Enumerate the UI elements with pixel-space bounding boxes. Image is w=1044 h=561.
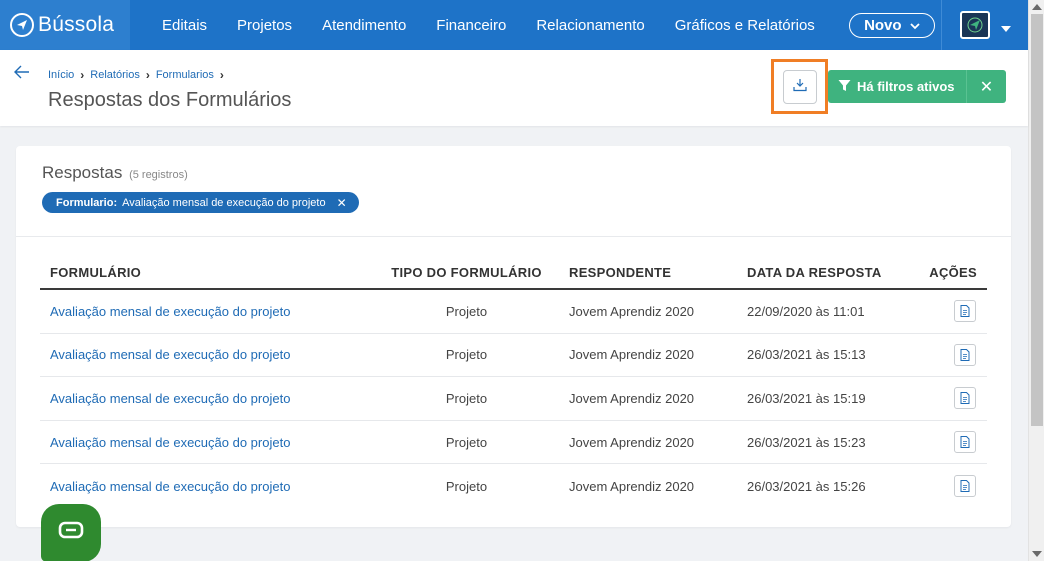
header-respondente: RESPONDENTE — [569, 264, 672, 280]
active-filters-button[interactable]: Há filtros ativos — [828, 70, 966, 103]
card-title: Respostas (5 registros) — [42, 163, 188, 183]
document-icon[interactable] — [954, 300, 976, 323]
responses-table: FORMULÁRIO TIPO DO FORMULÁRIO RESPONDENT… — [40, 256, 987, 508]
page-header: Início › Relatórios › Formularios › Resp… — [0, 50, 1028, 126]
form-link[interactable]: Avaliação mensal de execução do projeto — [40, 304, 365, 319]
breadcrumb-formularios[interactable]: Formularios — [156, 69, 214, 81]
chevron-right-icon: › — [145, 68, 150, 82]
nav-item-projetos[interactable]: Projetos — [237, 17, 292, 34]
nav-item-atendimento[interactable]: Atendimento — [322, 17, 406, 34]
close-icon[interactable]: ✕ — [337, 196, 347, 210]
form-link[interactable]: Avaliação mensal de execução do projeto — [40, 391, 365, 406]
download-button[interactable] — [783, 70, 817, 104]
close-icon: ✕ — [979, 78, 994, 96]
document-icon[interactable] — [954, 343, 976, 366]
records-count: (5 registros) — [129, 169, 188, 181]
nav-item-graficos-relatorios[interactable]: Gráficos e Relatórios — [675, 17, 815, 34]
response-date: 26/03/2021 às 15:19 — [747, 390, 866, 406]
download-icon — [793, 78, 807, 97]
table-row: Avaliação mensal de execução do projeto … — [40, 377, 987, 421]
filter-chip-key: Formulario: — [56, 196, 118, 209]
top-navbar: Bússola Editais Projetos Atendimento Fin… — [0, 0, 1028, 50]
chat-icon — [58, 520, 84, 547]
breadcrumb-inicio[interactable]: Início — [48, 69, 74, 81]
app-logo[interactable]: Bússola — [0, 0, 130, 50]
table-row: Avaliação mensal de execução do projeto … — [40, 421, 987, 465]
form-type: Projeto — [445, 390, 488, 406]
new-button-label: Novo — [864, 16, 902, 34]
response-date: 26/03/2021 às 15:26 — [747, 478, 866, 494]
page-scrollbar[interactable] — [1028, 0, 1044, 561]
nav-divider — [941, 0, 942, 50]
respondent: Jovem Aprendiz 2020 — [569, 434, 695, 450]
page-title: Respostas dos Formulários — [48, 89, 292, 111]
new-button[interactable]: Novo — [848, 12, 935, 38]
form-link[interactable]: Avaliação mensal de execução do projeto — [40, 479, 365, 494]
document-icon[interactable] — [954, 475, 976, 498]
form-link[interactable]: Avaliação mensal de execução do projeto — [40, 435, 365, 450]
header-data: DATA DA RESPOSTA — [747, 264, 882, 280]
header-tipo: TIPO DO FORMULÁRIO — [391, 264, 542, 280]
response-date: 26/03/2021 às 15:23 — [747, 434, 866, 450]
card-title-text: Respostas — [42, 163, 123, 182]
table-header: FORMULÁRIO TIPO DO FORMULÁRIO RESPONDENT… — [40, 256, 987, 290]
scroll-up-arrow-icon[interactable] — [1032, 4, 1042, 10]
chevron-right-icon: › — [219, 68, 224, 82]
form-type: Projeto — [445, 303, 488, 319]
compass-icon — [10, 13, 34, 37]
respondent: Jovem Aprendiz 2020 — [569, 390, 695, 406]
form-type: Projeto — [445, 347, 488, 363]
scroll-down-arrow-icon[interactable] — [1032, 551, 1042, 557]
table-row: Avaliação mensal de execução do projeto … — [40, 290, 987, 334]
chevron-down-icon — [909, 17, 920, 34]
app-name: Bússola — [38, 13, 115, 36]
nav-item-editais[interactable]: Editais — [162, 17, 207, 34]
card-divider — [16, 236, 1011, 237]
response-date: 26/03/2021 às 15:13 — [747, 347, 866, 363]
nav-item-financeiro[interactable]: Financeiro — [436, 17, 506, 34]
breadcrumb-relatorios[interactable]: Relatórios — [90, 69, 140, 81]
header-formulario: FORMULÁRIO — [50, 264, 142, 280]
main-nav: Editais Projetos Atendimento Financeiro … — [162, 12, 935, 38]
nav-item-relacionamento[interactable]: Relacionamento — [536, 17, 644, 34]
table-row: Avaliação mensal de execução do projeto … — [40, 334, 987, 378]
chevron-right-icon: › — [80, 68, 85, 82]
respondent: Jovem Aprendiz 2020 — [569, 478, 695, 494]
clear-filters-button[interactable]: ✕ — [966, 70, 1006, 103]
form-type: Projeto — [445, 478, 488, 494]
scroll-thumb[interactable] — [1031, 14, 1043, 426]
breadcrumb: Início › Relatórios › Formularios › — [48, 68, 224, 82]
filter-icon — [838, 79, 851, 95]
table-row: Avaliação mensal de execução do projeto … — [40, 464, 987, 508]
filter-chip-value: Avaliação mensal de execução do projeto — [122, 196, 326, 209]
chat-button[interactable] — [41, 504, 101, 561]
document-icon[interactable] — [954, 431, 976, 454]
active-filters-label: Há filtros ativos — [857, 79, 955, 94]
responses-card: Respostas (5 registros) Formulario: Aval… — [16, 146, 1011, 527]
form-link[interactable]: Avaliação mensal de execução do projeto — [40, 347, 365, 362]
arrow-left-icon[interactable] — [14, 65, 30, 84]
user-menu-caret-icon[interactable] — [1000, 20, 1012, 38]
respondent: Jovem Aprendiz 2020 — [569, 347, 695, 363]
response-date: 22/09/2020 às 11:01 — [747, 303, 865, 319]
filter-chip: Formulario: Avaliação mensal de execução… — [42, 192, 359, 213]
form-type: Projeto — [445, 434, 488, 450]
header-acoes: AÇÕES — [929, 264, 977, 280]
document-icon[interactable] — [954, 387, 976, 410]
respondent: Jovem Aprendiz 2020 — [569, 303, 695, 319]
avatar[interactable] — [960, 11, 990, 39]
